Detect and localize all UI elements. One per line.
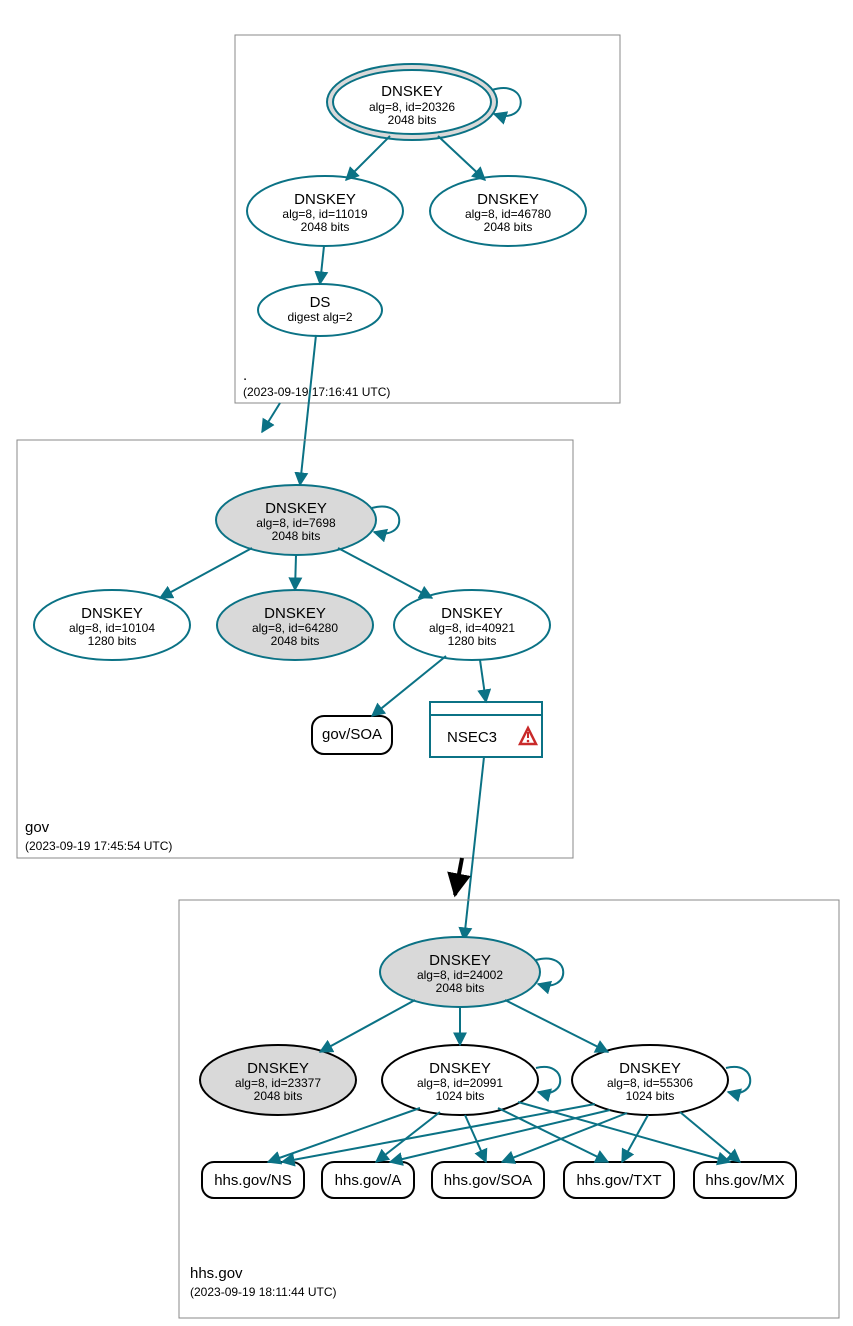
svg-text:DNSKEY: DNSKEY xyxy=(429,952,491,969)
zone-hhs-ts: (2023-09-19 18:11:44 UTC) xyxy=(190,1285,337,1299)
svg-text:DNSKEY: DNSKEY xyxy=(294,191,356,208)
node-hhs-soa: hhs.gov/SOA xyxy=(432,1162,544,1198)
edge-ds-to-gov-ksk xyxy=(300,335,316,485)
node-gov-ksk: DNSKEY alg=8, id=7698 2048 bits xyxy=(216,485,376,555)
svg-text:DNSKEY: DNSKEY xyxy=(429,1060,491,1077)
svg-text:DNSKEY: DNSKEY xyxy=(381,83,443,100)
svg-text:alg=8, id=40921: alg=8, id=40921 xyxy=(429,621,515,635)
edge-gov-to-hhs-zone xyxy=(455,858,462,895)
svg-text:alg=8, id=64280: alg=8, id=64280 xyxy=(252,621,338,635)
node-root-ksk: DNSKEY alg=8, id=20326 2048 bits xyxy=(327,64,497,140)
node-hhs-zsk3: DNSKEY alg=8, id=55306 1024 bits xyxy=(572,1045,728,1115)
svg-text:1280 bits: 1280 bits xyxy=(448,634,497,648)
svg-text:DNSKEY: DNSKEY xyxy=(441,605,503,622)
node-gov-zsk3: DNSKEY alg=8, id=40921 1280 bits xyxy=(394,590,550,660)
svg-text:gov/SOA: gov/SOA xyxy=(322,726,382,743)
svg-text:2048 bits: 2048 bits xyxy=(254,1089,303,1103)
zone-root-name: . xyxy=(243,367,247,384)
svg-text:hhs.gov/A: hhs.gov/A xyxy=(335,1172,402,1189)
svg-text:digest alg=2: digest alg=2 xyxy=(287,310,352,324)
node-root-ds: DS digest alg=2 xyxy=(258,284,382,336)
zone-root-ts: (2023-09-19 17:16:41 UTC) xyxy=(243,385,390,399)
svg-text:hhs.gov/SOA: hhs.gov/SOA xyxy=(444,1172,532,1189)
svg-text:DNSKEY: DNSKEY xyxy=(264,605,326,622)
zone-hhs: hhs.gov (2023-09-19 18:11:44 UTC) DNSKEY… xyxy=(179,900,839,1318)
svg-text:DNSKEY: DNSKEY xyxy=(247,1060,309,1077)
zone-gov: gov (2023-09-19 17:45:54 UTC) DNSKEY alg… xyxy=(17,440,573,858)
svg-text:alg=8, id=20326: alg=8, id=20326 xyxy=(369,100,455,114)
svg-text:alg=8, id=55306: alg=8, id=55306 xyxy=(607,1076,693,1090)
edge-root-to-gov-zone xyxy=(262,403,280,432)
node-root-zsk2: DNSKEY alg=8, id=46780 2048 bits xyxy=(430,176,586,246)
node-hhs-zsk1: DNSKEY alg=8, id=23377 2048 bits xyxy=(200,1045,356,1115)
svg-text:alg=8, id=23377: alg=8, id=23377 xyxy=(235,1076,321,1090)
svg-text:1024 bits: 1024 bits xyxy=(436,1089,485,1103)
svg-text:hhs.gov/TXT: hhs.gov/TXT xyxy=(576,1172,661,1189)
svg-text:2048 bits: 2048 bits xyxy=(301,220,350,234)
node-hhs-zsk2: DNSKEY alg=8, id=20991 1024 bits xyxy=(382,1045,538,1115)
node-gov-nsec3: NSEC3 xyxy=(430,702,542,757)
svg-text:alg=8, id=20991: alg=8, id=20991 xyxy=(417,1076,503,1090)
svg-text:alg=8, id=46780: alg=8, id=46780 xyxy=(465,207,551,221)
edge-nsec-to-hhs-ksk xyxy=(464,757,484,940)
svg-text:NSEC3: NSEC3 xyxy=(447,729,497,746)
node-hhs-mx: hhs.gov/MX xyxy=(694,1162,796,1198)
node-hhs-ns: hhs.gov/NS xyxy=(202,1162,304,1198)
node-gov-zsk2: DNSKEY alg=8, id=64280 2048 bits xyxy=(217,590,373,660)
svg-text:1280 bits: 1280 bits xyxy=(88,634,137,648)
svg-text:1024 bits: 1024 bits xyxy=(626,1089,675,1103)
svg-text:DNSKEY: DNSKEY xyxy=(265,500,327,517)
svg-text:DNSKEY: DNSKEY xyxy=(619,1060,681,1077)
svg-text:2048 bits: 2048 bits xyxy=(436,981,485,995)
svg-text:alg=8, id=11019: alg=8, id=11019 xyxy=(282,207,368,221)
svg-text:alg=8, id=7698: alg=8, id=7698 xyxy=(256,516,336,530)
node-root-zsk1: DNSKEY alg=8, id=11019 2048 bits xyxy=(247,176,403,246)
svg-text:2048 bits: 2048 bits xyxy=(484,220,533,234)
node-gov-zsk1: DNSKEY alg=8, id=10104 1280 bits xyxy=(34,590,190,660)
node-hhs-txt: hhs.gov/TXT xyxy=(564,1162,674,1198)
svg-text:alg=8, id=24002: alg=8, id=24002 xyxy=(417,968,503,982)
zone-gov-name: gov xyxy=(25,819,50,836)
node-gov-soa: gov/SOA xyxy=(312,716,392,754)
svg-text:DNSKEY: DNSKEY xyxy=(477,191,539,208)
svg-text:2048 bits: 2048 bits xyxy=(388,113,437,127)
svg-text:alg=8, id=10104: alg=8, id=10104 xyxy=(69,621,155,635)
svg-text:2048 bits: 2048 bits xyxy=(272,529,321,543)
zone-hhs-name: hhs.gov xyxy=(190,1265,243,1282)
svg-text:hhs.gov/NS: hhs.gov/NS xyxy=(214,1172,292,1189)
node-hhs-ksk: DNSKEY alg=8, id=24002 2048 bits xyxy=(380,937,540,1007)
svg-text:DS: DS xyxy=(310,294,331,311)
zone-root: . (2023-09-19 17:16:41 UTC) DNSKEY alg=8… xyxy=(235,35,620,403)
svg-text:hhs.gov/MX: hhs.gov/MX xyxy=(705,1172,784,1189)
svg-text:2048 bits: 2048 bits xyxy=(271,634,320,648)
zone-gov-ts: (2023-09-19 17:45:54 UTC) xyxy=(25,839,172,853)
svg-text:DNSKEY: DNSKEY xyxy=(81,605,143,622)
node-hhs-a: hhs.gov/A xyxy=(322,1162,414,1198)
